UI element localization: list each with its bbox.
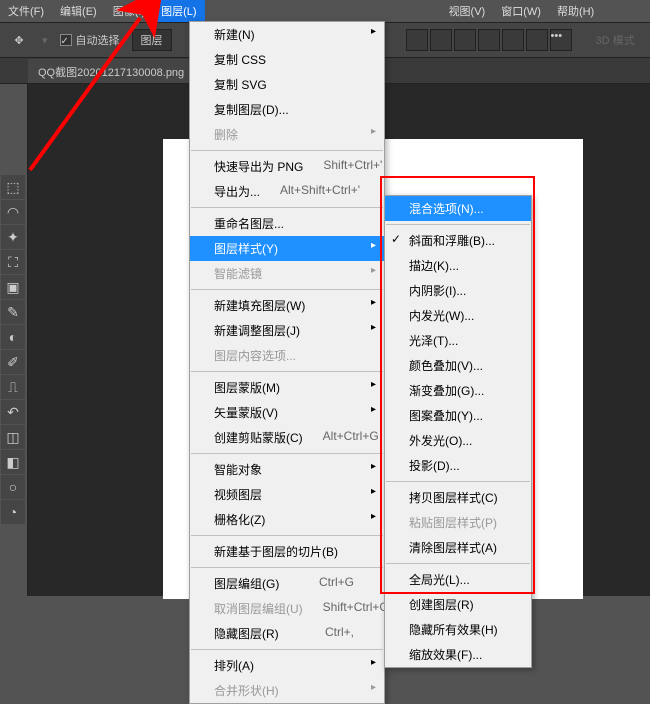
- tool-eraser[interactable]: ◫: [1, 425, 25, 449]
- auto-select-checkbox[interactable]: 自动选择: [60, 32, 120, 48]
- menu-dup-layer[interactable]: 复制图层(D)...: [190, 97, 384, 122]
- sub-satin[interactable]: 光泽(T)...: [385, 328, 531, 353]
- menu-vector-mask[interactable]: 矢量蒙版(V): [190, 400, 384, 425]
- menubar: 文件(F) 编辑(E) 图像(I) 图层(L) 视图(V) 窗口(W) 帮助(H…: [0, 0, 650, 22]
- document-tab[interactable]: QQ截图20201217130008.png: [28, 59, 194, 83]
- menu-image[interactable]: 图像(I): [105, 0, 153, 22]
- menu-clip-mask[interactable]: 创建剪贴蒙版(C)Alt+Ctrl+G: [190, 425, 384, 450]
- layer-style-submenu: 混合选项(N)... ✓斜面和浮雕(B)... 描边(K)... 内阴影(I).…: [384, 195, 532, 668]
- menu-quick-export[interactable]: 快速导出为 PNGShift+Ctrl+': [190, 154, 384, 179]
- tool-gradient[interactable]: ◧: [1, 450, 25, 474]
- sub-inner-glow[interactable]: 内发光(W)...: [385, 303, 531, 328]
- 3d-mode-label: 3D 模式: [596, 32, 635, 48]
- checkmark-icon: ✓: [391, 232, 401, 246]
- menu-window[interactable]: 窗口(W): [493, 0, 549, 22]
- tool-stamp[interactable]: ⎍: [1, 375, 25, 399]
- menu-hide[interactable]: 隐藏图层(R)Ctrl+,: [190, 621, 384, 646]
- menu-ungroup: 取消图层编组(U)Shift+Ctrl+G: [190, 596, 384, 621]
- tool-eyedropper[interactable]: ✎: [1, 300, 25, 324]
- sub-paste-style: 粘贴图层样式(P): [385, 510, 531, 535]
- sub-global-light[interactable]: 全局光(L)...: [385, 567, 531, 592]
- sub-clear-style[interactable]: 清除图层样式(A): [385, 535, 531, 560]
- tool-dodge[interactable]: ◔: [1, 500, 25, 524]
- align-icon[interactable]: [430, 29, 452, 51]
- sub-pattern-overlay[interactable]: 图案叠加(Y)...: [385, 403, 531, 428]
- menu-arrange[interactable]: 排列(A): [190, 653, 384, 678]
- menu-combine: 合并形状(H): [190, 678, 384, 703]
- sub-stroke[interactable]: 描边(K)...: [385, 253, 531, 278]
- tool-brush[interactable]: ✐: [1, 350, 25, 374]
- align-icon[interactable]: [478, 29, 500, 51]
- menu-group[interactable]: 图层编组(G)Ctrl+G: [190, 571, 384, 596]
- menu-smart-obj[interactable]: 智能对象: [190, 457, 384, 482]
- layer-type-dropdown[interactable]: 图层: [132, 29, 172, 51]
- menu-rasterize[interactable]: 栅格化(Z): [190, 507, 384, 532]
- menu-layer-mask[interactable]: 图层蒙版(M): [190, 375, 384, 400]
- sub-bevel[interactable]: ✓斜面和浮雕(B)...: [385, 228, 531, 253]
- menu-layer-content: 图层内容选项...: [190, 343, 384, 368]
- menu-layer-style[interactable]: 图层样式(Y): [190, 236, 384, 261]
- tools-panel: ⬚ ◠ ✦ ⛶ ▣ ✎ ◐ ✐ ⎍ ↶ ◫ ◧ ○ ◔: [0, 84, 28, 596]
- align-icon[interactable]: [454, 29, 476, 51]
- sub-hide-effects[interactable]: 隐藏所有效果(H): [385, 617, 531, 642]
- tool-heal[interactable]: ◐: [1, 325, 25, 349]
- tool-frame[interactable]: ▣: [1, 275, 25, 299]
- sub-color-overlay[interactable]: 颜色叠加(V)...: [385, 353, 531, 378]
- align-icon[interactable]: [526, 29, 548, 51]
- tool-crop[interactable]: ⛶: [1, 250, 25, 274]
- menu-view[interactable]: 视图(V): [441, 0, 494, 22]
- menu-new-fill[interactable]: 新建填充图层(W): [190, 293, 384, 318]
- menu-smart-filter: 智能滤镜: [190, 261, 384, 286]
- menu-new-adj[interactable]: 新建调整图层(J): [190, 318, 384, 343]
- move-tool-icon[interactable]: ✥: [8, 29, 30, 51]
- layer-menu-dropdown: 新建(N) 复制 CSS 复制 SVG 复制图层(D)... 删除 快速导出为 …: [189, 21, 385, 704]
- sub-drop-shadow[interactable]: 投影(D)...: [385, 453, 531, 478]
- sub-gradient-overlay[interactable]: 渐变叠加(G)...: [385, 378, 531, 403]
- tool-history[interactable]: ↶: [1, 400, 25, 424]
- menu-copy-svg[interactable]: 复制 SVG: [190, 72, 384, 97]
- menu-rename[interactable]: 重命名图层...: [190, 211, 384, 236]
- menu-layer[interactable]: 图层(L): [153, 0, 204, 22]
- menu-video-layer[interactable]: 视频图层: [190, 482, 384, 507]
- menu-new-slice[interactable]: 新建基于图层的切片(B): [190, 539, 384, 564]
- menu-new[interactable]: 新建(N): [190, 22, 384, 47]
- menu-file[interactable]: 文件(F): [0, 0, 52, 22]
- sub-scale-effects[interactable]: 缩放效果(F)...: [385, 642, 531, 667]
- sub-copy-style[interactable]: 拷贝图层样式(C): [385, 485, 531, 510]
- tool-lasso[interactable]: ◠: [1, 200, 25, 224]
- tool-blur[interactable]: ○: [1, 475, 25, 499]
- align-icon[interactable]: [406, 29, 428, 51]
- menu-copy-css[interactable]: 复制 CSS: [190, 47, 384, 72]
- sub-outer-glow[interactable]: 外发光(O)...: [385, 428, 531, 453]
- menu-edit[interactable]: 编辑(E): [52, 0, 105, 22]
- menu-delete: 删除: [190, 122, 384, 147]
- distribute-icon[interactable]: •••: [550, 29, 572, 51]
- tool-wand[interactable]: ✦: [1, 225, 25, 249]
- sub-inner-shadow[interactable]: 内阴影(I)...: [385, 278, 531, 303]
- align-icon[interactable]: [502, 29, 524, 51]
- sub-blend-options[interactable]: 混合选项(N)...: [385, 196, 531, 221]
- tool-marquee[interactable]: ⬚: [1, 175, 25, 199]
- menu-help[interactable]: 帮助(H): [549, 0, 602, 22]
- menu-export-as[interactable]: 导出为...Alt+Shift+Ctrl+': [190, 179, 384, 204]
